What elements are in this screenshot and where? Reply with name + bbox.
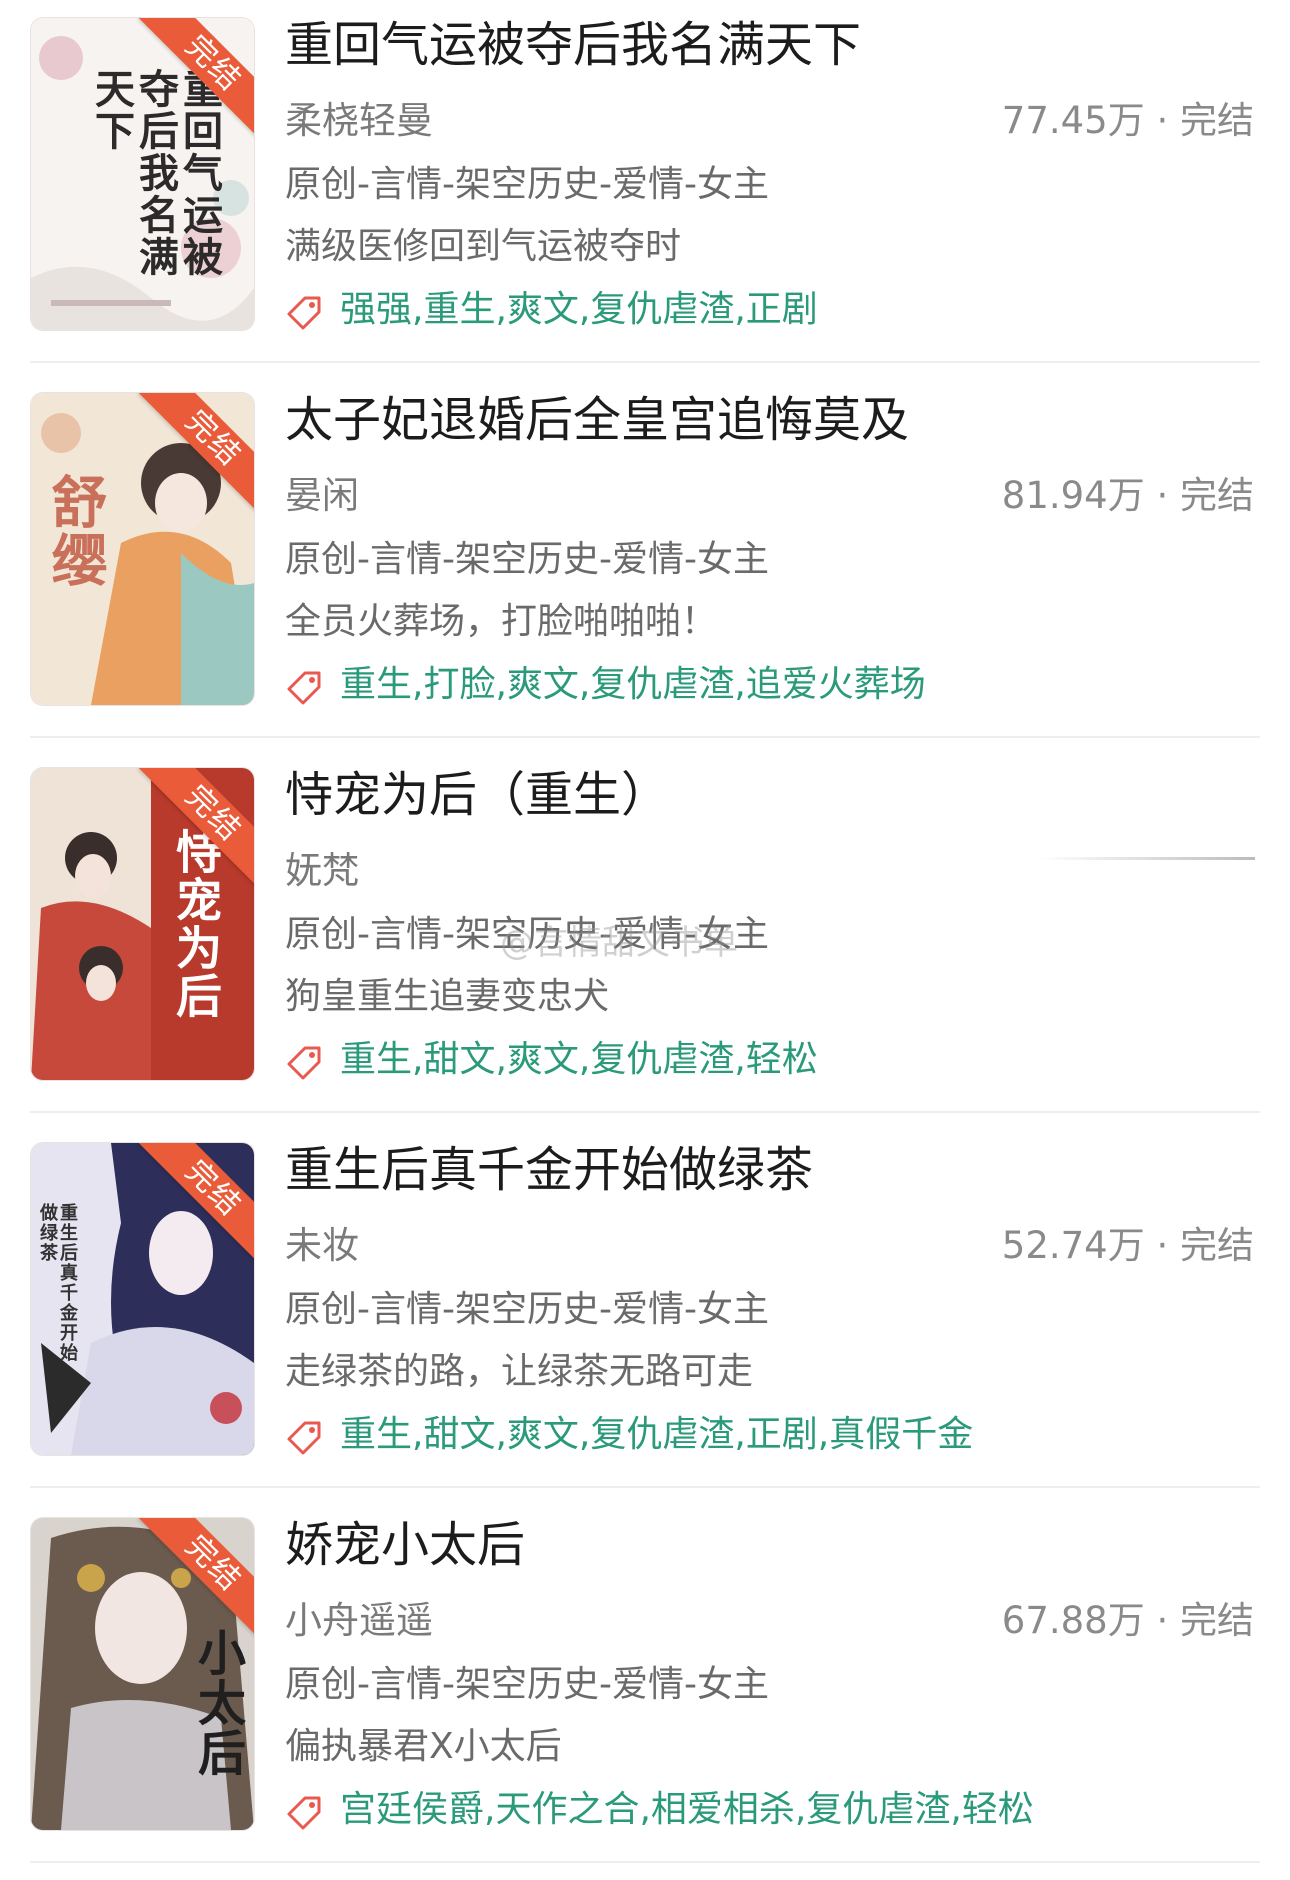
cover-title: 舒缨 [42, 473, 108, 589]
book-author[interactable]: 未妆 [285, 1221, 359, 1271]
divider [30, 1111, 1260, 1113]
tag-icon [287, 1046, 321, 1080]
book-item[interactable]: 舒缨 完结 太子妃退婚后全皇宫追悔莫及 晏闲 81.94万 · 完结 原创-言情… [0, 375, 1290, 750]
book-cover[interactable]: 恃宠为后 完结 [31, 768, 254, 1080]
cover-title: 重回气运被夺后我名满天下 [88, 68, 223, 278]
book-tags[interactable]: 宫廷侯爵,天作之合,相爱相杀,复仇虐渣,轻松 [340, 1785, 1034, 1835]
book-title[interactable]: 重回气运被夺后我名满天下 [285, 15, 861, 75]
divider [30, 1486, 1260, 1488]
book-item[interactable]: 重回气运被夺后我名满天下 完结 重回气运被夺后我名满天下 柔桡轻曼 77.45万… [0, 0, 1290, 375]
book-intro: 全员火葬场，打脸啪啪啪！ [285, 601, 718, 642]
tag-icon [287, 1796, 321, 1830]
partial-meta-line [1040, 857, 1255, 860]
book-cover[interactable]: 重生后真千金开始做绿茶 完结 [31, 1143, 254, 1455]
cover-title: 重生后真千金开始做绿茶 [37, 1203, 78, 1363]
divider [30, 736, 1260, 738]
book-intro: 狗皇重生追妻变忠犬 [285, 976, 610, 1017]
book-meta: 77.45万 · 完结 [1001, 99, 1254, 142]
book-intro: 偏执暴君X小太后 [285, 1726, 562, 1767]
book-category: 原创-言情-架空历史-爱情-女主 [285, 539, 769, 580]
book-title[interactable]: 重生后真千金开始做绿茶 [285, 1140, 813, 1200]
divider [30, 1861, 1260, 1863]
book-category: 原创-言情-架空历史-爱情-女主 [285, 1289, 769, 1330]
book-author[interactable]: 妩梵 [285, 846, 359, 896]
book-category: 原创-言情-架空历史-爱情-女主 [285, 164, 769, 205]
book-intro: 满级医修回到气运被夺时 [285, 226, 682, 267]
watermark: @言情甜文书单 [500, 923, 738, 963]
book-cover[interactable]: 小太后 完结 [31, 1518, 254, 1830]
book-item[interactable]: 重生后真千金开始做绿茶 完结 重生后真千金开始做绿茶 未妆 52.74万 · 完… [0, 1125, 1290, 1500]
book-tags[interactable]: 重生,甜文,爽文,复仇虐渣,正剧,真假千金 [340, 1410, 973, 1460]
book-title[interactable]: 恃宠为后（重生） [285, 765, 669, 825]
book-title[interactable]: 太子妃退婚后全皇宫追悔莫及 [285, 390, 909, 450]
tag-icon [287, 296, 321, 330]
book-author[interactable]: 晏闲 [285, 471, 359, 521]
book-intro: 走绿茶的路，让绿茶无路可走 [285, 1351, 754, 1392]
book-tags[interactable]: 重生,打脸,爽文,复仇虐渣,追爱火葬场 [340, 660, 926, 710]
book-meta: 52.74万 · 完结 [1001, 1224, 1254, 1267]
tag-icon [287, 671, 321, 705]
book-author[interactable]: 小舟遥遥 [285, 1596, 433, 1646]
book-tags[interactable]: 重生,甜文,爽文,复仇虐渣,轻松 [340, 1035, 818, 1085]
book-meta: 67.88万 · 完结 [1001, 1599, 1254, 1642]
cover-title: 恃宠为后 [169, 828, 223, 1020]
tag-icon [287, 1421, 321, 1455]
book-cover[interactable]: 舒缨 完结 [31, 393, 254, 705]
book-title[interactable]: 娇宠小太后 [285, 1515, 525, 1575]
book-author[interactable]: 柔桡轻曼 [285, 96, 433, 146]
divider [30, 361, 1260, 363]
book-tags[interactable]: 强强,重生,爽文,复仇虐渣,正剧 [340, 285, 818, 335]
book-meta: 81.94万 · 完结 [1001, 474, 1254, 517]
book-cover[interactable]: 重回气运被夺后我名满天下 完结 [31, 18, 254, 330]
book-item[interactable]: 小太后 完结 娇宠小太后 小舟遥遥 67.88万 · 完结 原创-言情-架空历史… [0, 1500, 1290, 1875]
book-category: 原创-言情-架空历史-爱情-女主 [285, 1664, 769, 1705]
cover-title: 小太后 [189, 1628, 245, 1778]
